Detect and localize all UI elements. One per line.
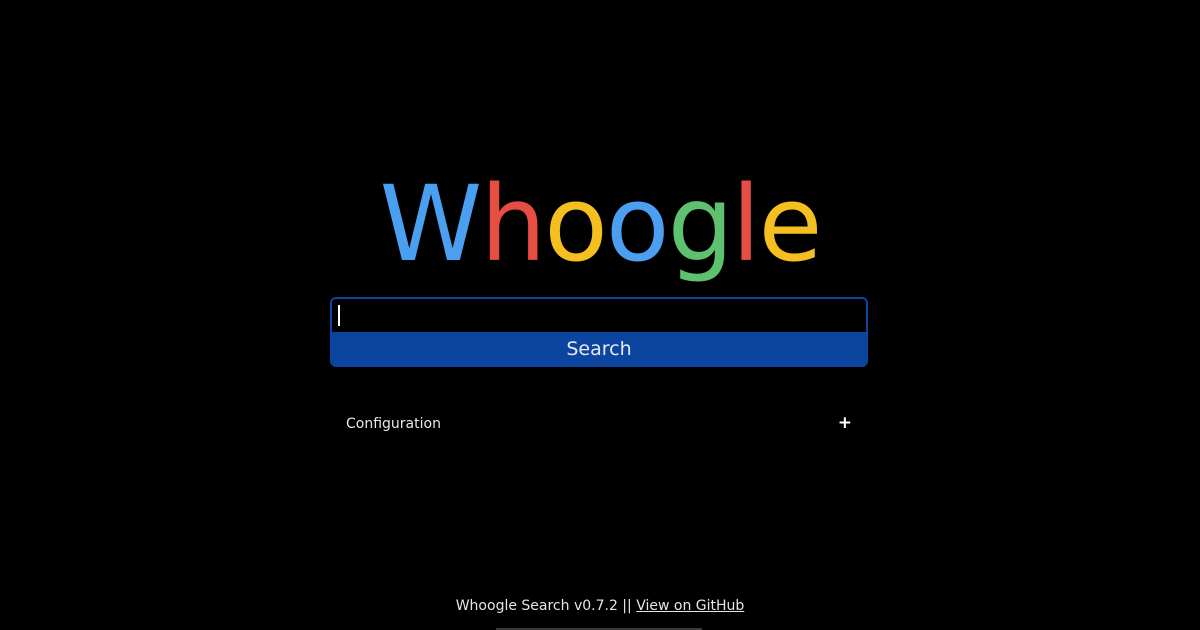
logo-letter: o	[544, 163, 608, 285]
logo-letter: h	[480, 163, 546, 285]
configuration-toggle[interactable]: Configuration +	[330, 410, 868, 438]
logo-letter: o	[605, 163, 670, 285]
expand-plus-icon[interactable]: +	[838, 412, 852, 434]
logo-letter: l	[731, 163, 761, 285]
logo-letter: W	[379, 163, 483, 285]
search-input[interactable]	[332, 299, 866, 332]
footer: Whoogle Search v0.7.2 || View on GitHub	[0, 596, 1200, 616]
github-link[interactable]: View on GitHub	[636, 598, 744, 614]
footer-version-text: Whoogle Search v0.7.2 ||	[455, 598, 637, 614]
whoogle-logo: Whoogle	[0, 164, 1200, 284]
logo-letter: g	[667, 163, 734, 285]
logo-letter: e	[758, 163, 822, 285]
configuration-label: Configuration	[346, 416, 441, 432]
text-caret	[338, 305, 340, 326]
page: Whoogle Search Configuration + Whoogle S…	[0, 0, 1200, 630]
search-form: Search	[330, 297, 868, 367]
search-button[interactable]: Search	[332, 332, 866, 365]
